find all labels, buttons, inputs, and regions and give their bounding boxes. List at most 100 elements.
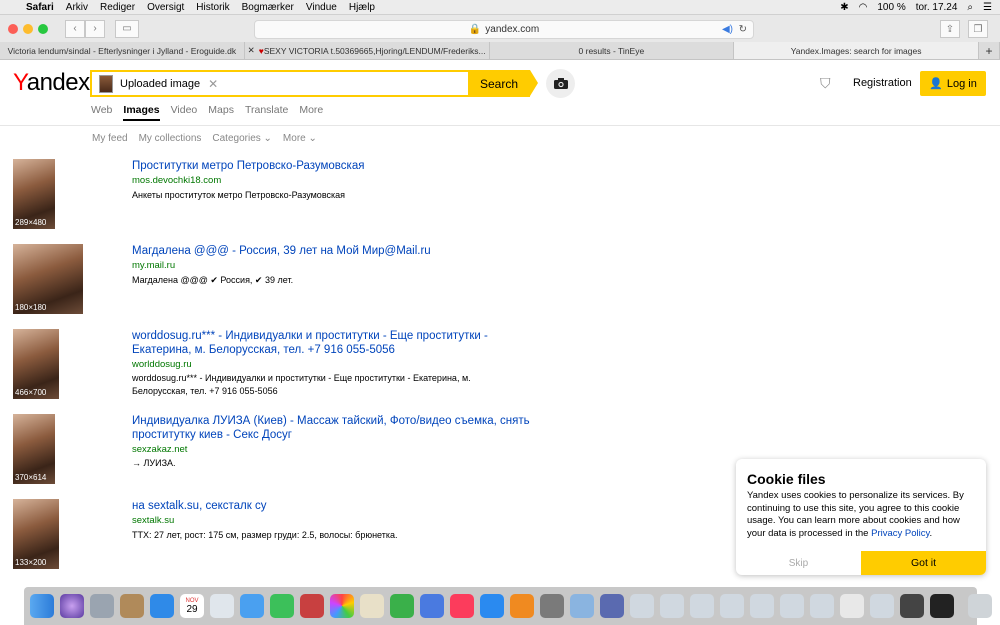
- result-title[interactable]: worddosug.ru*** - Индивидуалки и простит…: [132, 329, 542, 357]
- registration-link[interactable]: Registration: [853, 77, 912, 89]
- result-thumbnail[interactable]: 180×180: [13, 244, 83, 314]
- cookie-accept-button[interactable]: Got it: [861, 551, 986, 575]
- tab-eroguide[interactable]: Victoria lendum/sindal - Efterlysninger …: [0, 42, 245, 59]
- result-thumbnail[interactable]: 466×700: [13, 329, 59, 399]
- menu-item-view[interactable]: Oversigt: [147, 2, 184, 13]
- menu-item-window[interactable]: Vindue: [306, 2, 337, 13]
- photo-booth-icon[interactable]: [300, 594, 324, 618]
- privacy-policy-link[interactable]: Privacy Policy: [871, 528, 929, 539]
- result-thumbnail[interactable]: 289×480: [13, 159, 55, 229]
- preview-icon[interactable]: [360, 594, 384, 618]
- macos-dock: NOV 29: [24, 587, 992, 625]
- result-title[interactable]: на sextalk.su, сексталк су: [132, 499, 542, 513]
- result-title[interactable]: Проститутки метро Петровско-Разумовская: [132, 159, 542, 173]
- result-title[interactable]: Индивидуалка ЛУИЗА (Киев) - Массаж тайск…: [132, 414, 542, 442]
- minimized-window-thumbnail[interactable]: [750, 594, 774, 618]
- maps-icon[interactable]: [210, 594, 234, 618]
- result-url[interactable]: sexzakaz.net: [132, 444, 187, 455]
- minimized-window-thumbnail[interactable]: [660, 594, 684, 618]
- minimize-window-button[interactable]: [23, 23, 33, 34]
- bluetooth-icon[interactable]: ✱: [840, 2, 848, 13]
- zoom-window-button[interactable]: [38, 23, 48, 34]
- share-button[interactable]: ⇪: [940, 20, 960, 38]
- image-capture-icon[interactable]: [570, 594, 594, 618]
- result-thumbnail[interactable]: 133×200: [13, 499, 59, 569]
- preview-window-icon[interactable]: [600, 594, 624, 618]
- menu-item-edit[interactable]: Rediger: [100, 2, 135, 13]
- menu-item-help[interactable]: Hjælp: [349, 2, 375, 13]
- back-button[interactable]: ‹: [65, 19, 85, 38]
- menu-item-bookmarks[interactable]: Bogmærker: [242, 2, 294, 13]
- close-window-button[interactable]: [8, 23, 18, 34]
- spotlight-icon[interactable]: ⌕: [967, 2, 973, 13]
- menu-item-file[interactable]: Arkiv: [66, 2, 88, 13]
- menu-item-history[interactable]: Historik: [196, 2, 229, 13]
- minimized-window-thumbnail[interactable]: [630, 594, 654, 618]
- trash-icon[interactable]: [968, 594, 992, 618]
- service-video[interactable]: Video: [171, 104, 198, 121]
- books-icon[interactable]: [510, 594, 534, 618]
- subnav-more[interactable]: More ⌄: [283, 133, 317, 144]
- minimized-window-thumbnail[interactable]: [720, 594, 744, 618]
- minimized-window-thumbnail[interactable]: [690, 594, 714, 618]
- forward-button[interactable]: ›: [85, 19, 105, 38]
- minimized-window-thumbnail[interactable]: [810, 594, 834, 618]
- photos-icon[interactable]: [330, 594, 354, 618]
- contacts-icon[interactable]: [120, 594, 144, 618]
- clear-search-icon[interactable]: ✕: [208, 77, 218, 91]
- subnav-my-feed[interactable]: My feed: [92, 133, 128, 144]
- service-translate[interactable]: Translate: [245, 104, 288, 121]
- service-web[interactable]: Web: [91, 104, 112, 121]
- menu-app-name[interactable]: Safari: [26, 2, 54, 13]
- shield-icon[interactable]: ⛉: [820, 75, 831, 92]
- new-tab-button[interactable]: +: [979, 42, 1000, 59]
- siri-icon[interactable]: [60, 594, 84, 618]
- minimized-window-thumbnail[interactable]: [930, 594, 954, 618]
- cookie-skip-button[interactable]: Skip: [736, 551, 861, 575]
- result-url[interactable]: sextalk.su: [132, 515, 174, 526]
- subnav-categories[interactable]: Categories ⌄: [212, 133, 272, 144]
- minimized-window-thumbnail[interactable]: [840, 594, 864, 618]
- wifi-icon[interactable]: ◠: [859, 2, 868, 13]
- camera-icon[interactable]: [546, 69, 575, 98]
- login-button[interactable]: 👤 Log in: [920, 71, 986, 96]
- result-url[interactable]: my.mail.ru: [132, 260, 175, 271]
- result-url[interactable]: worlddosug.ru: [132, 359, 192, 370]
- audio-icon[interactable]: ◀): [722, 24, 733, 35]
- show-tabs-button[interactable]: ❐: [968, 20, 988, 38]
- numbers-icon[interactable]: [390, 594, 414, 618]
- sidebar-toggle-button[interactable]: ▭: [115, 19, 139, 38]
- search-input[interactable]: Uploaded image ✕: [90, 70, 470, 97]
- tab-yandex-images[interactable]: Yandex.Images: search for images: [734, 42, 979, 59]
- safari-icon[interactable]: [150, 594, 174, 618]
- keynote-icon[interactable]: [420, 594, 444, 618]
- system-preferences-icon[interactable]: [540, 594, 564, 618]
- app-store-icon[interactable]: [480, 594, 504, 618]
- close-tab-icon[interactable]: ✕: [248, 45, 255, 56]
- tab-sexy-victoria[interactable]: ✕ ♥ SEXY VICTORIA t.50369665,Hjoring/LENDU…: [245, 42, 490, 59]
- service-maps[interactable]: Maps: [208, 104, 234, 121]
- battery-status[interactable]: 100 %: [877, 2, 905, 13]
- yandex-logo[interactable]: Yandex: [13, 69, 90, 97]
- menubar-clock[interactable]: tor. 17.24: [916, 2, 958, 13]
- result-title[interactable]: Магдалена @@@ - Россия, 39 лет на Мой Ми…: [132, 244, 542, 258]
- launchpad-icon[interactable]: [90, 594, 114, 618]
- messages-icon[interactable]: [240, 594, 264, 618]
- service-more[interactable]: More: [299, 104, 323, 121]
- result-url[interactable]: mos.devochki18.com: [132, 175, 221, 186]
- music-icon[interactable]: [450, 594, 474, 618]
- facetime-icon[interactable]: [270, 594, 294, 618]
- subnav-my-collections[interactable]: My collections: [139, 133, 202, 144]
- reload-icon[interactable]: ↻: [739, 24, 747, 35]
- calendar-icon[interactable]: NOV 29: [180, 594, 204, 618]
- minimized-window-thumbnail[interactable]: [900, 594, 924, 618]
- minimized-window-thumbnail[interactable]: [870, 594, 894, 618]
- notification-center-icon[interactable]: ☰: [983, 2, 992, 13]
- result-thumbnail[interactable]: 370×614: [13, 414, 55, 484]
- tab-tineye[interactable]: 0 results - TinEye: [490, 42, 735, 59]
- address-bar[interactable]: 🔒 yandex.com ◀) ↻: [254, 20, 754, 39]
- minimized-window-thumbnail[interactable]: [780, 594, 804, 618]
- search-button[interactable]: Search: [468, 70, 538, 97]
- finder-icon[interactable]: [30, 594, 54, 618]
- service-images[interactable]: Images: [123, 104, 160, 121]
